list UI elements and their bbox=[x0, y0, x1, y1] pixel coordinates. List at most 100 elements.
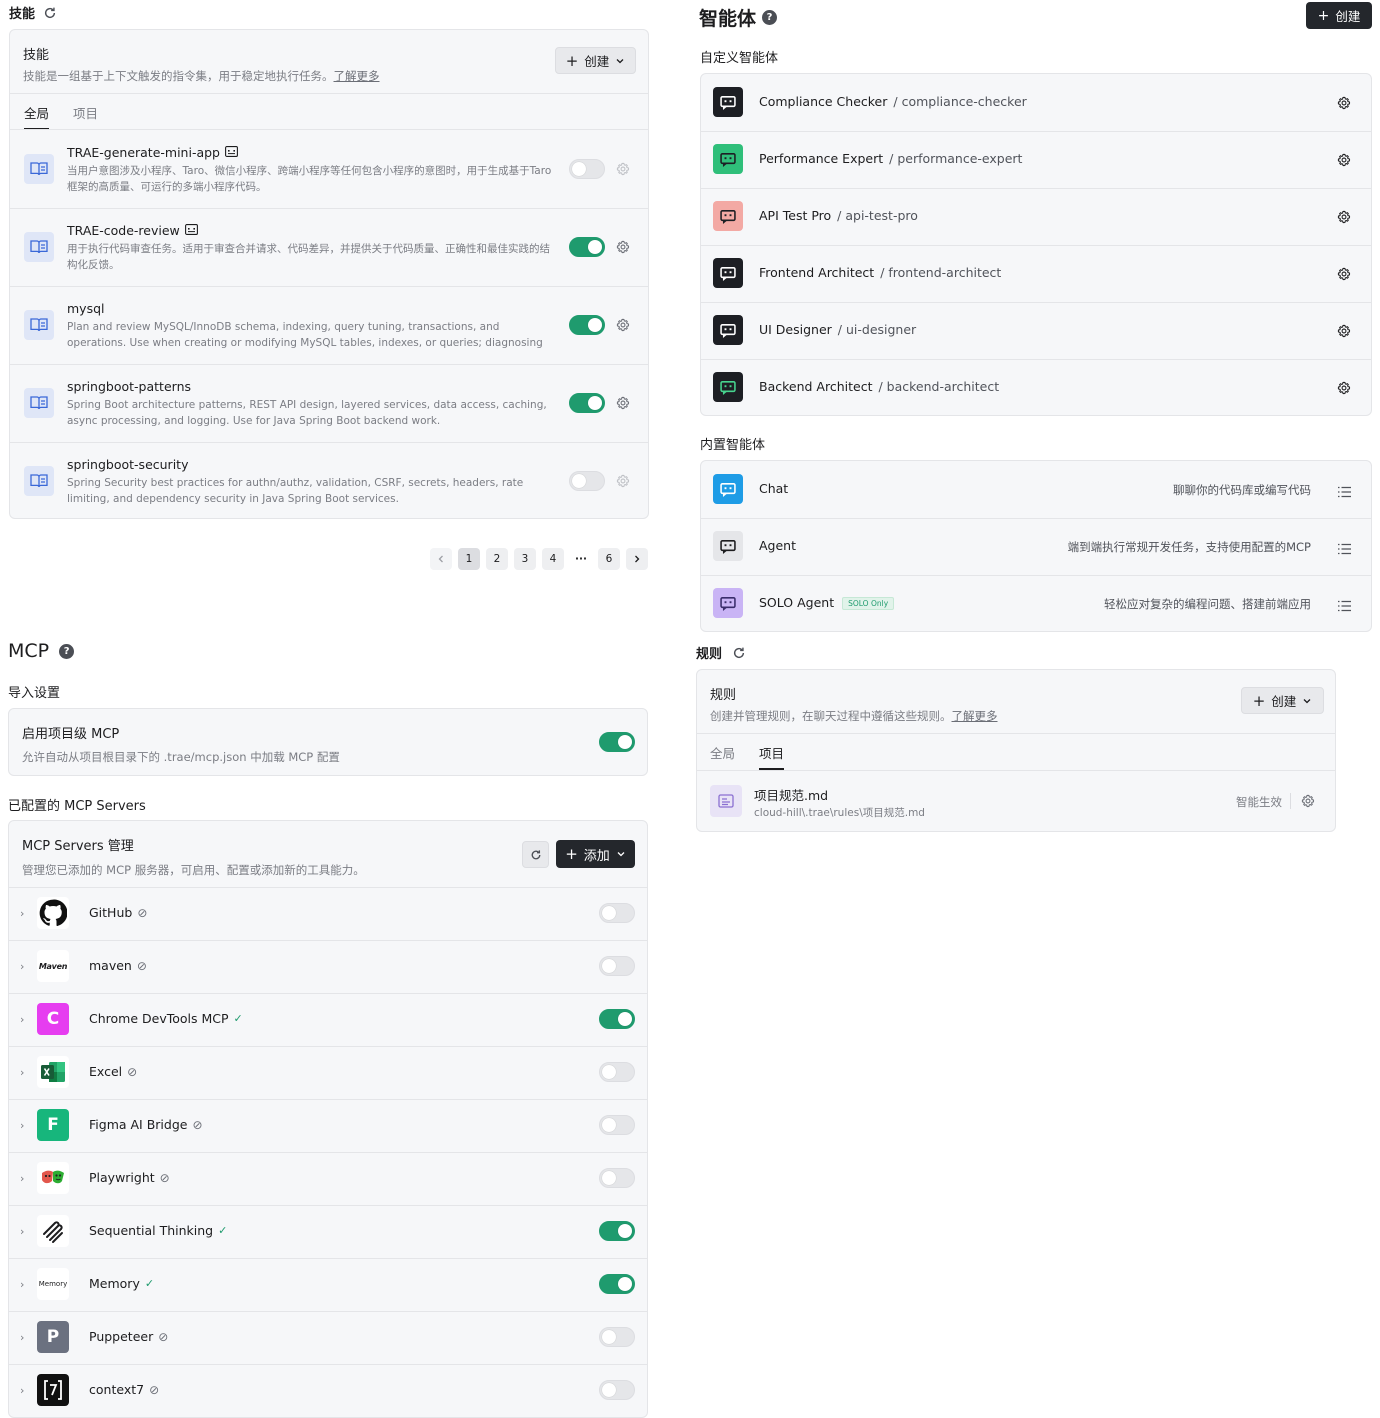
gear-icon[interactable] bbox=[1337, 210, 1351, 224]
skills-create-button[interactable]: + 创建 bbox=[555, 47, 636, 74]
mcp-server-row[interactable]: › Maven maven ⊘ bbox=[9, 940, 647, 993]
mcp-server-row[interactable]: › Sequential Thinking ✓ bbox=[9, 1205, 647, 1258]
rules-create-button[interactable]: + 创建 bbox=[1241, 687, 1324, 714]
gear-icon[interactable] bbox=[616, 474, 630, 488]
chevron-right-icon[interactable]: › bbox=[20, 1119, 24, 1132]
gear-icon[interactable] bbox=[616, 396, 630, 410]
row-divider bbox=[10, 286, 648, 287]
mcp-server-toggle[interactable] bbox=[599, 1115, 635, 1135]
chevron-right-icon[interactable]: › bbox=[20, 1066, 24, 1079]
agent-slug: / compliance-checker bbox=[893, 94, 1027, 109]
mcp-server-row[interactable]: › Playwright ⊘ bbox=[9, 1152, 647, 1205]
gear-icon[interactable] bbox=[616, 240, 630, 254]
skill-row[interactable]: springboot-patterns Spring Boot architect… bbox=[10, 364, 648, 442]
gear-icon[interactable] bbox=[616, 162, 630, 176]
agent-row[interactable]: Frontend Architect / frontend-architect bbox=[701, 245, 1371, 302]
builtin-agent-row[interactable]: Chat 聊聊你的代码库或编写代码 bbox=[701, 461, 1371, 518]
rule-item[interactable]: 项目规范.md cloud-hill\.trae\rules\项目规范.md 智… bbox=[697, 771, 1335, 831]
agent-row[interactable]: API Test Pro / api-test-pro bbox=[701, 188, 1371, 245]
agent-name-wrap: UI Designer / ui-designer bbox=[759, 322, 916, 337]
agent-slug: / api-test-pro bbox=[837, 208, 918, 223]
skill-row[interactable]: springboot-security Spring Security best … bbox=[10, 442, 648, 518]
chevron-left-icon bbox=[438, 555, 443, 563]
mcp-server-toggle[interactable] bbox=[599, 1327, 635, 1347]
mcp-refresh-button[interactable] bbox=[522, 841, 549, 868]
page-button-6[interactable]: 6 bbox=[598, 548, 620, 570]
mcp-add-button[interactable]: + 添加 bbox=[556, 840, 635, 868]
skill-book-icon bbox=[24, 154, 54, 184]
tab-project[interactable]: 项目 bbox=[759, 743, 785, 770]
next-page-button[interactable] bbox=[626, 548, 648, 570]
chevron-right-icon[interactable]: › bbox=[20, 1331, 24, 1344]
chevron-right-icon[interactable]: › bbox=[20, 1278, 24, 1291]
mcp-server-toggle[interactable] bbox=[599, 1380, 635, 1400]
mcp-server-row[interactable]: › C Chrome DevTools MCP ✓ bbox=[9, 993, 647, 1046]
gear-icon[interactable] bbox=[1337, 381, 1351, 395]
rules-learn-more-link[interactable]: 了解更多 bbox=[952, 709, 998, 723]
project-mcp-toggle[interactable] bbox=[599, 732, 635, 752]
page-button-4[interactable]: 4 bbox=[542, 548, 564, 570]
mcp-server-toggle[interactable] bbox=[599, 1221, 635, 1241]
skill-toggle[interactable] bbox=[569, 159, 605, 179]
gear-icon[interactable] bbox=[616, 318, 630, 332]
mcp-server-row[interactable]: › context7 ⊘ bbox=[9, 1364, 647, 1417]
mcp-server-row[interactable]: › Memory Memory ✓ bbox=[9, 1258, 647, 1311]
mcp-server-row[interactable]: › F Figma AI Bridge ⊘ bbox=[9, 1099, 647, 1152]
agents-create-button[interactable]: + 创建 bbox=[1306, 2, 1372, 29]
mcp-server-row[interactable]: › P Puppeteer ⊘ bbox=[9, 1311, 647, 1364]
mcp-server-toggle[interactable] bbox=[599, 956, 635, 976]
tab-global[interactable]: 全局 bbox=[24, 103, 50, 130]
skill-toggle[interactable] bbox=[569, 237, 605, 257]
list-icon[interactable] bbox=[1338, 483, 1351, 498]
page-button-3[interactable]: 3 bbox=[514, 548, 536, 570]
agent-row[interactable]: Backend Architect / backend-architect bbox=[701, 359, 1371, 415]
skill-toggle[interactable] bbox=[569, 315, 605, 335]
skill-row[interactable]: TRAE-code-review 用于执行代码审查任务。适用于审查合并请求、代码差… bbox=[10, 208, 648, 286]
refresh-icon[interactable] bbox=[43, 6, 57, 20]
mcp-server-toggle[interactable] bbox=[599, 903, 635, 923]
gear-icon[interactable] bbox=[1301, 794, 1315, 808]
skills-learn-more-link[interactable]: 了解更多 bbox=[334, 69, 380, 83]
gear-icon[interactable] bbox=[1337, 324, 1351, 338]
chevron-right-icon[interactable]: › bbox=[20, 1172, 24, 1185]
plus-icon: + bbox=[1252, 691, 1266, 710]
skill-desc: Plan and review MySQL/InnoDB schema, ind… bbox=[67, 321, 543, 349]
help-icon[interactable]: ? bbox=[59, 643, 75, 659]
skill-row[interactable]: mysql Plan and review MySQL/InnoDB schema… bbox=[10, 286, 648, 364]
skill-toggle[interactable] bbox=[569, 393, 605, 413]
list-icon[interactable] bbox=[1338, 597, 1351, 612]
list-icon[interactable] bbox=[1338, 540, 1351, 555]
chevron-right-icon[interactable]: › bbox=[20, 1013, 24, 1026]
mcp-server-toggle[interactable] bbox=[599, 1062, 635, 1082]
page-button-2[interactable]: 2 bbox=[486, 548, 508, 570]
mcp-server-row[interactable]: › Excel ⊘ bbox=[9, 1046, 647, 1099]
chevron-right-icon[interactable]: › bbox=[20, 1225, 24, 1238]
chevron-right-icon[interactable]: › bbox=[20, 1384, 24, 1397]
gear-icon[interactable] bbox=[1337, 267, 1351, 281]
mcp-server-toggle[interactable] bbox=[599, 1274, 635, 1294]
builtin-agent-row[interactable]: SOLO Agent SOLO Only 轻松应对复杂的编程问题、搭建前端应用 bbox=[701, 575, 1371, 631]
rule-mode[interactable]: 智能生效 bbox=[1236, 794, 1282, 810]
mcp-server-toggle[interactable] bbox=[599, 1168, 635, 1188]
tab-project[interactable]: 项目 bbox=[73, 103, 98, 130]
skills-tabs: 全局 项目 bbox=[24, 103, 98, 130]
builtin-agent-row[interactable]: Agent 端到端执行常规开发任务，支持使用配置的MCP bbox=[701, 518, 1371, 575]
agent-row[interactable]: Performance Expert / performance-expert bbox=[701, 131, 1371, 188]
prev-page-button[interactable] bbox=[430, 548, 452, 570]
skill-toggle[interactable] bbox=[569, 471, 605, 491]
gear-icon[interactable] bbox=[1337, 96, 1351, 110]
mcp-name-wrap: maven ⊘ bbox=[89, 958, 147, 973]
tab-global[interactable]: 全局 bbox=[710, 743, 735, 770]
mcp-server-toggle[interactable] bbox=[599, 1009, 635, 1029]
agent-row[interactable]: UI Designer / ui-designer bbox=[701, 302, 1371, 359]
page-button-1[interactable]: 1 bbox=[458, 548, 480, 570]
pagination-ellipsis[interactable]: ··· bbox=[570, 548, 592, 570]
chevron-right-icon[interactable]: › bbox=[20, 960, 24, 973]
chevron-right-icon[interactable]: › bbox=[20, 907, 24, 920]
skill-row[interactable]: TRAE-generate-mini-app 当用户意图涉及小程序、Taro、微信… bbox=[10, 130, 648, 208]
gear-icon[interactable] bbox=[1337, 153, 1351, 167]
agent-row[interactable]: Compliance Checker / compliance-checker bbox=[701, 74, 1371, 131]
refresh-icon[interactable] bbox=[732, 646, 746, 660]
mcp-server-row[interactable]: › GitHub ⊘ bbox=[9, 887, 647, 940]
help-icon[interactable]: ? bbox=[762, 10, 778, 25]
